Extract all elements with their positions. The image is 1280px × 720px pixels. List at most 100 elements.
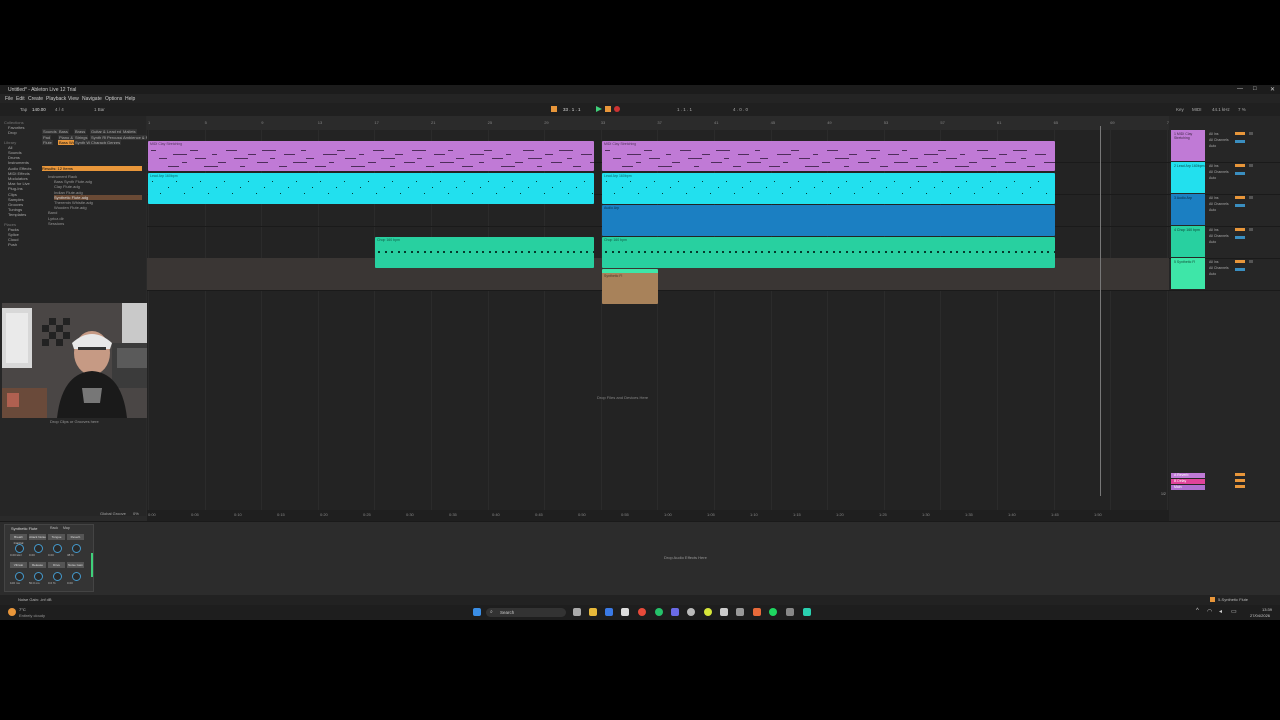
solo-button[interactable]: [1235, 236, 1245, 239]
device-title[interactable]: Synthetic Flute: [11, 526, 37, 531]
browser-result-item[interactable]: Wooden Flute.adg: [54, 205, 87, 210]
selected-track-name[interactable]: 5-Synthetic Flute: [1218, 597, 1248, 602]
menu-help[interactable]: Help: [125, 96, 135, 102]
track-activator[interactable]: [1235, 164, 1245, 167]
monitor-select[interactable]: Auto: [1209, 176, 1216, 180]
input-channel[interactable]: All Channels: [1209, 234, 1229, 238]
input-type[interactable]: All Ins: [1209, 164, 1219, 168]
return-track-1[interactable]: A Reverb: [1171, 473, 1205, 478]
macro-knob[interactable]: [72, 572, 81, 581]
sidebar-item[interactable]: Drop: [8, 130, 17, 135]
arm-button[interactable]: [1249, 196, 1253, 199]
track-header[interactable]: 4 Chop 160 bpm: [1171, 226, 1205, 257]
monitor-select[interactable]: Auto: [1209, 272, 1216, 276]
menu-view[interactable]: View: [68, 96, 79, 102]
whatsapp-icon[interactable]: [655, 608, 663, 616]
menu-options[interactable]: Options: [105, 96, 122, 102]
store-icon[interactable]: [621, 608, 629, 616]
discord-icon[interactable]: [671, 608, 679, 616]
filter-chip[interactable]: Flute: [42, 140, 53, 145]
clip[interactable]: Lead Arp 160bpm: [148, 173, 594, 204]
input-type[interactable]: All Ins: [1209, 132, 1219, 136]
close-button[interactable]: ✕: [1270, 86, 1275, 93]
bar-ruler[interactable]: 15913172125293337414549535761656973: [147, 116, 1171, 130]
groove-amount[interactable]: 0%: [133, 511, 139, 516]
menu-playback[interactable]: Playback: [46, 96, 66, 102]
track-activator[interactable]: [1235, 260, 1245, 263]
solo-button[interactable]: [1235, 204, 1245, 207]
play-icon[interactable]: [596, 106, 602, 112]
battery-icon[interactable]: ▭: [1231, 608, 1237, 615]
task-view-icon[interactable]: [573, 608, 581, 616]
return-activator[interactable]: [1235, 473, 1245, 476]
filter-chip[interactable]: Lead: [106, 129, 117, 134]
menu-create[interactable]: Create: [28, 96, 43, 102]
arm-button[interactable]: [1249, 164, 1253, 167]
macro-knob[interactable]: [53, 572, 62, 581]
sidebar-item[interactable]: Push: [8, 242, 17, 247]
arm-button[interactable]: [1249, 228, 1253, 231]
stop-icon[interactable]: [605, 106, 611, 112]
clip[interactable]: Lead Arp 160bpm: [602, 173, 1055, 204]
signature-field[interactable]: 4 / 4: [55, 106, 64, 113]
input-type[interactable]: All Ins: [1209, 196, 1219, 200]
start-icon[interactable]: [473, 608, 481, 616]
arm-button[interactable]: [1249, 260, 1253, 263]
ableton-icon[interactable]: [803, 608, 811, 616]
input-type[interactable]: All Ins: [1209, 228, 1219, 232]
clip[interactable]: MIDI Clay Stretching: [602, 141, 1055, 171]
browser-result-item[interactable]: Sessions: [48, 221, 64, 226]
clip[interactable]: Chop 160 bpm: [375, 237, 594, 268]
maximize-button[interactable]: □: [1253, 86, 1257, 92]
monitor-select[interactable]: Auto: [1209, 208, 1216, 212]
position-field[interactable]: 33 . 1 . 1: [563, 106, 581, 113]
obs-icon[interactable]: [687, 608, 695, 616]
track-header[interactable]: 5 Synthetic Fl: [1171, 258, 1205, 289]
arm-button[interactable]: [1249, 132, 1253, 135]
return-activator[interactable]: [1235, 479, 1245, 482]
track-header[interactable]: 3 Audio Arp: [1171, 194, 1205, 225]
rack-button[interactable]: Rack: [50, 526, 58, 530]
calculator-icon[interactable]: [786, 608, 794, 616]
quantize-select[interactable]: 1 Bar: [94, 106, 105, 113]
loop-start-field[interactable]: 1 . 1 . 1: [677, 106, 692, 113]
track-activator[interactable]: [1235, 228, 1245, 231]
filter-chip[interactable]: Sounds: [42, 129, 58, 134]
spotify-icon[interactable]: [769, 608, 777, 616]
solo-button[interactable]: [1235, 140, 1245, 143]
track-activator[interactable]: [1235, 132, 1245, 135]
follow-button[interactable]: [551, 106, 557, 112]
input-channel[interactable]: All Channels: [1209, 266, 1229, 270]
file-explorer-icon[interactable]: [589, 608, 597, 616]
tempo-field[interactable]: 140.00: [32, 106, 46, 113]
macro-knob[interactable]: [53, 544, 62, 553]
tray-chevron-icon[interactable]: ^: [1196, 608, 1199, 614]
settings-icon[interactable]: [720, 608, 728, 616]
clock-date[interactable]: 27/04/2026: [1250, 613, 1270, 618]
app2-icon[interactable]: [753, 608, 761, 616]
time-ruler[interactable]: 0:00 0:05 0:10 0:15 0:20 0:25 0:30 0:35 0:40 0:45…: [147, 510, 1169, 521]
filter-chip[interactable]: Genres: [106, 140, 122, 145]
macro-knob[interactable]: [34, 544, 43, 553]
menu-edit[interactable]: Edit: [16, 96, 25, 102]
weather-icon[interactable]: [8, 608, 16, 616]
wifi-icon[interactable]: ◠: [1207, 608, 1212, 615]
macro-knob[interactable]: [34, 572, 43, 581]
clip[interactable]: Audio Arp: [602, 205, 1055, 236]
monitor-select[interactable]: Auto: [1209, 144, 1216, 148]
macro-knob[interactable]: [72, 544, 81, 553]
input-type[interactable]: All Ins: [1209, 260, 1219, 264]
record-icon[interactable]: [614, 106, 620, 112]
track-header[interactable]: 1 MIDI Clay Stretching: [1171, 130, 1205, 161]
filter-chip[interactable]: Strings: [74, 134, 89, 140]
macro-knob[interactable]: [15, 572, 24, 581]
midi-map-button[interactable]: MIDI: [1192, 106, 1202, 113]
filter-chip[interactable]: Brass: [74, 129, 87, 134]
clip[interactable]: Chop 160 bpm: [602, 237, 1055, 268]
map-button[interactable]: Map: [63, 526, 70, 530]
input-channel[interactable]: All Channels: [1209, 170, 1229, 174]
return-activator[interactable]: [1235, 485, 1245, 488]
edge-icon[interactable]: [605, 608, 613, 616]
filter-chip[interactable]: Pad: [42, 134, 52, 140]
tap-button[interactable]: Tap: [20, 106, 27, 113]
